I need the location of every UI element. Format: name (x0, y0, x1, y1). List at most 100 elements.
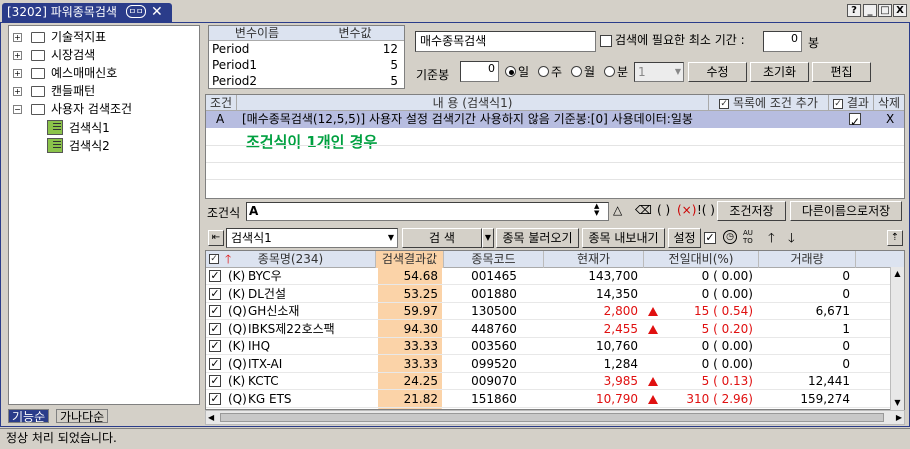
expression-input[interactable]: A (246, 202, 609, 221)
expand-icon[interactable]: + (13, 87, 22, 96)
stock-name[interactable]: BYC우 (248, 268, 282, 285)
radio-month[interactable] (571, 66, 582, 77)
maximize-button[interactable]: □ (878, 4, 892, 17)
min-period-checkbox[interactable] (600, 35, 612, 47)
result-checkbox[interactable]: ✓ (849, 113, 861, 129)
min-period-input[interactable]: 0 (763, 31, 802, 52)
op-erase-icon[interactable]: ⌫ (635, 203, 652, 217)
formula-select[interactable]: 검색식1 ▼ (226, 228, 398, 248)
col-volume[interactable]: 거래량 (759, 251, 856, 268)
row-checkbox[interactable]: ✓ (209, 340, 221, 352)
col-change[interactable]: 전일대비(%) (644, 251, 759, 268)
col-add-to-list[interactable]: ✓ 목록에 조건 추가 (709, 95, 829, 111)
tab-function-order[interactable]: 기능순 (8, 409, 50, 424)
result-row[interactable]: ✓ (Q) KG ETS 21.82 151860 10,790 310 ( 2.96) 15… (206, 391, 904, 408)
stock-market: (K) (228, 269, 246, 283)
reset-button[interactable]: 초기화 (750, 62, 809, 82)
scroll-up-icon[interactable]: ▲ (891, 267, 904, 281)
stock-name[interactable]: DL건설 (248, 286, 286, 303)
load-stocks-button[interactable]: 종목 불러오기 (496, 228, 579, 248)
scroll-down-icon[interactable]: ▼ (891, 396, 904, 410)
row-checkbox[interactable]: ✓ (209, 375, 221, 387)
save-as-button[interactable]: 다른이름으로저장 (790, 201, 902, 221)
radio-day-label: 일 (518, 65, 530, 79)
stock-name[interactable]: GH신소재 (248, 303, 299, 320)
scroll-right-icon[interactable]: ▶ (896, 411, 902, 424)
sort-up-icon[interactable]: 🡑 (225, 251, 231, 268)
row-checkbox[interactable]: ✓ (209, 357, 221, 370)
collapse-icon[interactable]: − (13, 105, 22, 114)
collapse-panel-icon[interactable]: ⇤ (208, 230, 224, 246)
clock-icon[interactable]: ◷ (723, 230, 737, 244)
expand-panel-icon[interactable]: ⇡ (887, 230, 903, 246)
tab-context-icon[interactable]: ㅁㅁ (126, 5, 146, 18)
edit-button[interactable]: 수정 (688, 62, 747, 82)
result-row[interactable]: ✓ (Q) GH신소재 59.97 130500 2,800 15 ( 0.54) 6,671 (206, 303, 904, 320)
col-score[interactable]: 검색결과값 (376, 251, 444, 268)
result-row[interactable]: ✓ (K) DL건설 53.25 001880 14,350 0 ( 0.00) 0 (206, 286, 904, 303)
arrow-up-icon[interactable]: 🡑 (768, 229, 775, 251)
op-paren-icon[interactable]: ( ) (657, 203, 670, 217)
expression-spinner[interactable]: ▲ ▼ (594, 203, 599, 217)
grid-vertical-scrollbar[interactable]: ▲ ▼ (890, 267, 904, 410)
tab-close-icon[interactable]: ✕ (151, 3, 163, 22)
close-button[interactable]: X (893, 4, 907, 17)
result-row[interactable]: ✓ (K) IHQ 33.33 003560 10,760 0 ( 0.00) 0 (206, 338, 904, 355)
delete-condition-button[interactable]: X (886, 111, 894, 128)
op-insert-icon[interactable]: △ (613, 203, 622, 217)
grid-horizontal-scrollbar[interactable]: ◀ ▶ (205, 410, 905, 425)
save-condition-button[interactable]: 조건저장 (717, 201, 786, 221)
condition-row[interactable]: A [매수종목검색(12,5,5)] 사용자 설정 검색기간 사용하지 않음 기… (206, 111, 904, 129)
stock-code: 009070 (471, 374, 517, 388)
select-all-checkbox[interactable]: ✓ (209, 254, 219, 264)
tab-alpha-order[interactable]: 가나다순 (56, 409, 109, 424)
radio-minute[interactable] (604, 66, 615, 77)
minimize-button[interactable]: _ (863, 4, 877, 17)
variable-row[interactable]: Period 12 (209, 41, 404, 57)
op-not-paren-icon[interactable]: (×) (677, 203, 696, 217)
change-value: 15 ( 0.54) (694, 304, 753, 318)
result-row[interactable]: ✓ (Q) IBKS제22호스팩 94.30 448760 2,455 5 ( 0.20) 1 (206, 321, 904, 338)
search-dropdown-icon[interactable]: ▼ (482, 228, 494, 248)
row-checkbox[interactable]: ✓ (209, 392, 221, 405)
col-code[interactable]: 종목코드 (444, 251, 544, 268)
col-result[interactable]: ✓ 결과 (829, 95, 874, 111)
search-button[interactable]: 검 색 (402, 228, 482, 248)
col-price[interactable]: 현재가 (544, 251, 644, 268)
result-row[interactable]: ✓ (Q) ITX-AI 33.33 099520 1,284 0 ( 0.00) 0 (206, 356, 904, 373)
row-checkbox[interactable]: ✓ (209, 322, 221, 335)
radio-week[interactable] (538, 66, 549, 77)
result-row[interactable]: ✓ (K) BYC우 54.68 001465 143,700 0 ( 0.00) 0 (206, 268, 904, 285)
window-tab[interactable]: [3202] 파워종목검색 ㅁㅁ ✕ (2, 3, 172, 22)
stock-name[interactable]: IHQ (248, 338, 270, 355)
variable-row[interactable]: Period1 5 (209, 57, 404, 73)
minute-select[interactable]: 1 ▼ (634, 62, 684, 82)
export-stocks-button[interactable]: 종목 내보내기 (582, 228, 665, 248)
settings-button[interactable]: 설정 (668, 228, 701, 248)
expand-icon[interactable]: + (13, 69, 22, 78)
result-toolbar: ⇤ 검색식1 ▼ 검 색 ▼ 종목 불러오기 종목 내보내기 설정 ✓ ◷ AU… (205, 228, 905, 248)
variable-row[interactable]: Period2 5 (209, 73, 404, 89)
compile-button[interactable]: 편집 (812, 62, 871, 82)
stock-name[interactable]: IBKS제22호스팩 (248, 321, 335, 338)
auto-icon[interactable]: AU TO (743, 229, 753, 245)
stock-name[interactable]: KG ETS (248, 391, 292, 408)
base-bong-input[interactable]: 0 (460, 61, 499, 82)
scroll-left-icon[interactable]: ◀ (208, 411, 214, 424)
op-excl-paren-icon[interactable]: !( ) (697, 203, 715, 217)
arrow-down-icon[interactable]: 🡓 (788, 229, 795, 251)
scroll-thumb[interactable] (220, 413, 884, 422)
help-button[interactable]: ? (847, 4, 861, 17)
stock-name[interactable]: KCTC (248, 373, 279, 390)
row-checkbox[interactable]: ✓ (209, 287, 221, 300)
radio-day[interactable] (505, 66, 516, 77)
auto-check-icon[interactable]: ✓ (704, 232, 716, 244)
row-checkbox[interactable]: ✓ (209, 305, 221, 317)
result-row[interactable]: ✓ (K) KCTC 24.25 009070 3,985 5 ( 0.13) 12,441 (206, 373, 904, 390)
search-name-input[interactable]: 매수종목검색 (415, 31, 596, 52)
expand-icon[interactable]: + (13, 33, 22, 42)
stock-name[interactable]: ITX-AI (248, 356, 282, 373)
row-checkbox[interactable]: ✓ (209, 270, 221, 282)
expand-icon[interactable]: + (13, 51, 22, 60)
col-stock-name[interactable]: ✓ 🡑 종목명(234) (206, 251, 376, 268)
